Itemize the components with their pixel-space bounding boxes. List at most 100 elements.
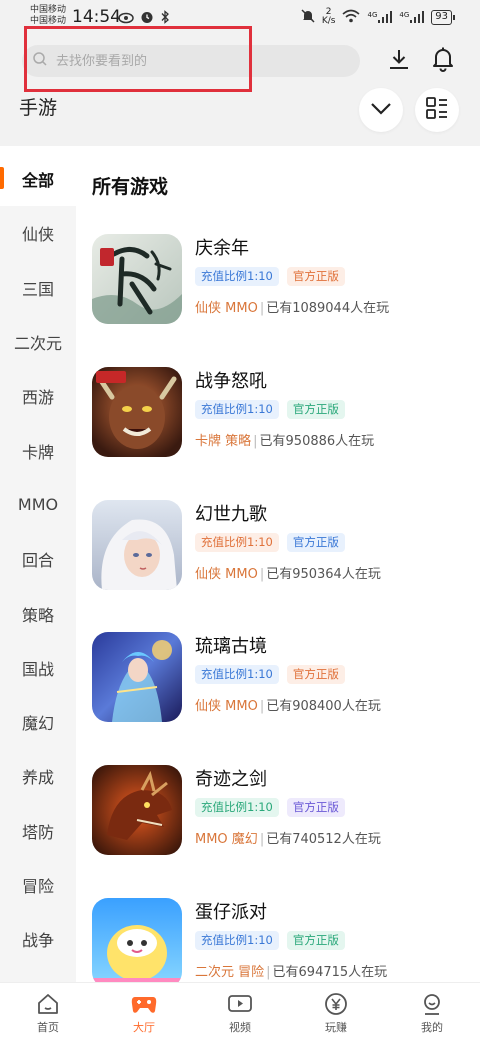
section-title: 所有游戏 [92, 176, 169, 198]
battery-indicator: 93 [431, 9, 455, 25]
bottom-nav: 首页 大厅 视频 玩赚 我的 [0, 982, 480, 1040]
game-tags: 充值比例1:10 官方正版 [195, 798, 345, 818]
game-categories: 二次元 冒险 [195, 964, 265, 980]
game-categories: 仙侠 MMO [195, 301, 258, 316]
notification-button[interactable] [428, 46, 458, 76]
game-item[interactable]: 庆余年 充值比例1:10 官方正版 仙侠 MMO | 已有1089044人在玩 [92, 234, 472, 367]
signal-1: 4G [367, 11, 393, 23]
sidebar-item-strategy[interactable]: 策略 [0, 586, 76, 640]
game-categories: 卡牌 策略 [195, 433, 252, 449]
game-categories: 仙侠 MMO [195, 566, 258, 582]
game-list-panel: 所有游戏 庆余年 充值比例1:10 官方正版 仙侠 MMO | 已有108904… [76, 152, 480, 982]
list-layout-icon [426, 97, 448, 123]
search-input[interactable] [56, 53, 336, 69]
sidebar-item-tower-defense[interactable]: 塔防 [0, 804, 76, 858]
bell-icon [431, 46, 455, 76]
signal-2: 4G [399, 11, 425, 23]
player-count: 已有740512人在玩 [266, 832, 381, 848]
game-meta: 仙侠 MMO | 已有908400人在玩 [195, 699, 381, 715]
nav-earn-label: 玩赚 [325, 1021, 347, 1034]
nav-video[interactable]: 视频 [192, 983, 288, 1040]
game-item[interactable]: 琉璃古境 充值比例1:10 官方正版 仙侠 MMO | 已有908400人在玩 [92, 632, 472, 765]
sidebar-item-mmo[interactable]: MMO [0, 478, 76, 532]
search-bar[interactable] [22, 45, 360, 77]
player-count: 已有1089044人在玩 [266, 301, 390, 316]
game-meta: MMO 魔幻 | 已有740512人在玩 [195, 832, 381, 848]
game-name: 奇迹之剑 [195, 769, 267, 791]
game-item[interactable]: 蛋仔派对 充值比例1:10 官方正版 二次元 冒险 | 已有694715人在玩 [92, 897, 472, 982]
network-type-2: 4G [399, 11, 410, 19]
official-tag: 官方正版 [286, 267, 345, 286]
clock: 14:54 [72, 7, 121, 27]
game-tags: 充值比例1:10 官方正版 [195, 532, 345, 552]
carrier-1: 中国移动 [30, 5, 67, 15]
game-item[interactable]: 奇迹之剑 充值比例1:10 官方正版 MMO 魔幻 | 已有740512人在玩 [92, 765, 472, 898]
game-name: 庆余年 [195, 238, 249, 259]
eye-icon [118, 9, 134, 28]
sidebar-item-turn-based[interactable]: 回合 [0, 532, 76, 586]
sidebar-item-idle[interactable]: 放置 [0, 966, 76, 982]
qingyunian-icon [92, 234, 182, 324]
status-right: 2 K/s 4G 4G 93 [301, 8, 455, 26]
game-meta: 卡牌 策略 | 已有950886人在玩 [195, 433, 375, 449]
wifi-icon [342, 9, 361, 26]
game-name: 幻世九歌 [195, 503, 267, 525]
sidebar-item-card[interactable]: 卡牌 [0, 423, 76, 477]
carrier-2: 中国移动 [30, 16, 67, 26]
expand-categories-button[interactable] [359, 88, 403, 132]
nav-home-label: 首页 [37, 1021, 59, 1034]
category-sidebar: 全部 仙侠 三国 二次元 西游 卡牌 MMO 回合 策略 国战 魔幻 养成 塔防… [0, 152, 76, 982]
liuliguj-ing-icon [92, 632, 182, 723]
nav-me[interactable]: 我的 [384, 983, 480, 1040]
game-tags: 充值比例1:10 官方正版 [195, 665, 345, 685]
network-type-1: 4G [367, 11, 378, 19]
sidebar-item-xiyou[interactable]: 西游 [0, 369, 76, 423]
net-speed-unit: K/s [321, 16, 336, 26]
game-item[interactable]: 战争怒吼 充值比例1:10 官方正版 卡牌 策略 | 已有950886人在玩 [92, 366, 472, 500]
recharge-ratio-tag: 充值比例1:10 [195, 399, 279, 419]
coin-icon [324, 992, 348, 1016]
player-count: 已有908400人在玩 [266, 699, 381, 715]
layout-toggle-button[interactable] [415, 88, 459, 132]
gamepad-icon [130, 992, 158, 1016]
download-button[interactable] [384, 46, 414, 76]
status-bar: 中国移动 中国移动 14:54 2 K/s 4G 4G 93 [0, 0, 480, 36]
game-name: 琉璃古境 [195, 636, 267, 658]
net-speed: 2 K/s [322, 8, 336, 26]
sidebar-item-nation-war[interactable]: 国战 [0, 641, 76, 695]
sidebar-item-raising[interactable]: 养成 [0, 749, 76, 803]
game-list: 庆余年 充值比例1:10 官方正版 仙侠 MMO|已有1089044人在玩 [92, 234, 472, 982]
nav-lobby-label: 大厅 [133, 1021, 155, 1034]
sidebar-item-all[interactable]: 全部 [0, 152, 76, 207]
nav-lobby[interactable]: 大厅 [96, 983, 192, 1040]
recharge-ratio-tag: 充值比例1:10 [195, 798, 279, 818]
player-count: 已有950886人在玩 [259, 433, 375, 449]
download-icon [387, 47, 411, 75]
official-tag: 官方正版 [286, 930, 345, 950]
official-tag: 官方正版 [286, 665, 345, 685]
sidebar-item-anime[interactable]: 二次元 [0, 315, 76, 369]
mute-icon [301, 8, 315, 26]
official-tag: 官方正版 [286, 532, 345, 552]
carrier-info: 中国移动 中国移动 [30, 5, 66, 27]
game-name: 战争怒吼 [195, 370, 267, 392]
recharge-ratio-tag: 充值比例1:10 [195, 532, 279, 552]
game-tags: 充值比例1:10 官方正版 [195, 267, 345, 286]
game-tags: 充值比例1:10 官方正版 [195, 930, 345, 950]
sidebar-item-sanguo[interactable]: 三国 [0, 261, 76, 315]
game-meta: 二次元 冒险 | 已有694715人在玩 [195, 964, 388, 980]
sidebar-item-fantasy[interactable]: 魔幻 [0, 695, 76, 749]
nav-earn[interactable]: 玩赚 [288, 983, 384, 1040]
qijizhijian-icon [92, 765, 182, 856]
game-meta: 仙侠 MMO | 已有1089044人在玩 [195, 301, 390, 316]
sidebar-item-adventure[interactable]: 冒险 [0, 858, 76, 912]
game-item[interactable]: 幻世九歌 充值比例1:10 官方正版 仙侠 MMO | 已有950364人在玩 [92, 499, 472, 633]
nav-home[interactable]: 首页 [0, 983, 96, 1040]
sidebar-item-xianxia[interactable]: 仙侠 [0, 206, 76, 260]
zhanzhengnuhou-icon [92, 366, 182, 457]
home-icon [36, 992, 60, 1016]
player-count: 已有694715人在玩 [272, 964, 388, 980]
huanshijiuge-icon [92, 499, 182, 590]
search-icon [32, 51, 48, 71]
sidebar-item-war[interactable]: 战争 [0, 912, 76, 966]
